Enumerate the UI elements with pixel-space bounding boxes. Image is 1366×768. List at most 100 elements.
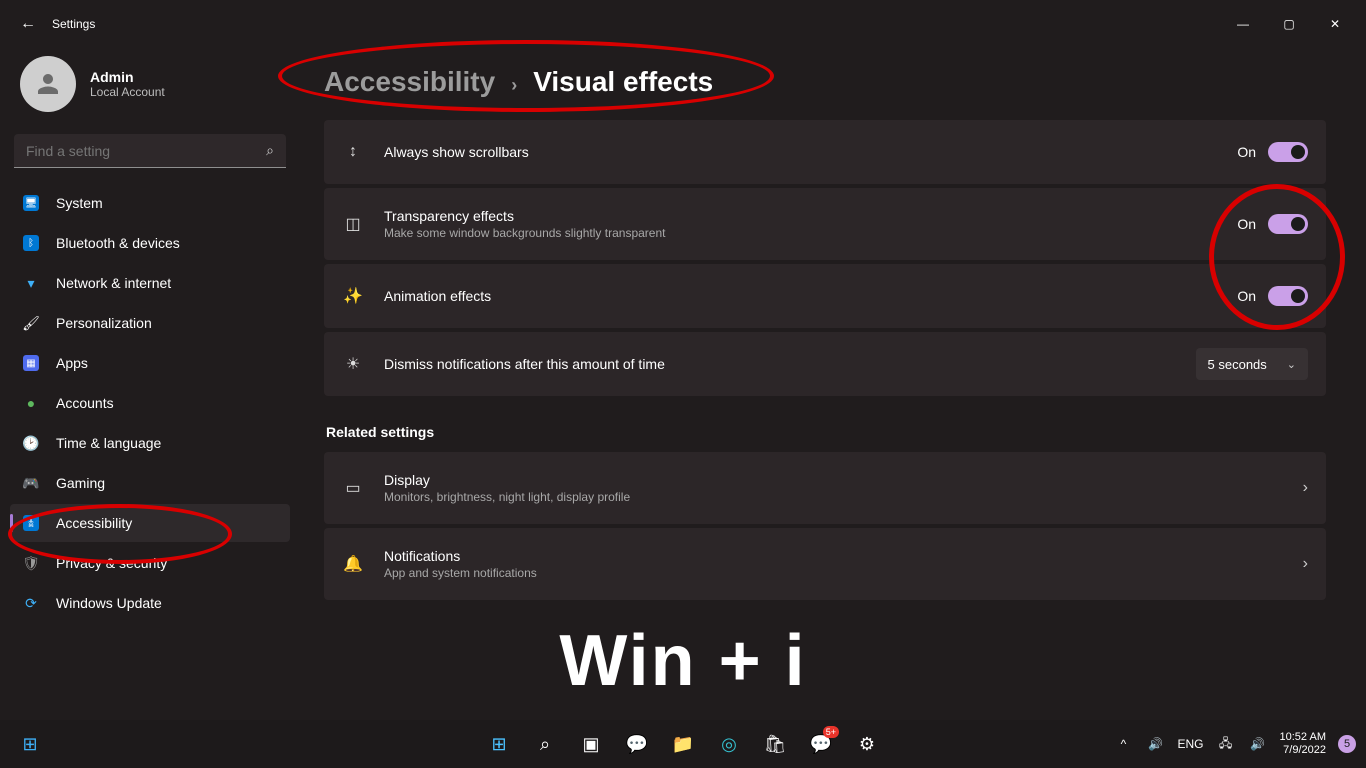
taskbar-edge[interactable]: ◎ (709, 724, 749, 764)
tray-network-icon[interactable]: 🖧 (1216, 734, 1236, 755)
nav-label: Apps (56, 355, 88, 371)
nav-label: Network & internet (56, 275, 171, 291)
taskbar: ⊞ ⊞ ⌕ ▣ 💬 📁 ◎ 🛍 💬 ⚙ ^ 🔊 ENG 🖧 🔊 10:52 AM… (0, 720, 1366, 768)
related-sub: Monitors, brightness, night light, displ… (384, 490, 1283, 504)
breadcrumb-parent[interactable]: Accessibility (324, 66, 495, 98)
toggle-animation[interactable] (1268, 286, 1308, 306)
update-icon: ⟳ (22, 594, 40, 612)
tray-language[interactable]: ENG (1178, 737, 1204, 751)
sidebar-item-gaming[interactable]: 🎮 Gaming (10, 464, 290, 502)
wifi-icon: ▾ (22, 274, 40, 292)
setting-dismiss-notifications[interactable]: ☀ Dismiss notifications after this amoun… (324, 332, 1326, 396)
tray-speaker-icon[interactable]: 🔊 (1146, 737, 1166, 751)
account-name: Admin (90, 69, 165, 85)
close-button[interactable]: ✕ (1312, 8, 1358, 40)
search-input[interactable] (26, 143, 266, 159)
taskbar-store[interactable]: 🛍 (755, 724, 795, 764)
taskbar-search[interactable]: ⌕ (525, 724, 565, 764)
tray-clock[interactable]: 10:52 AM 7/9/2022 (1280, 731, 1326, 757)
taskbar-start[interactable]: ⊞ (479, 724, 519, 764)
related-notifications[interactable]: 🔔 Notifications App and system notificat… (324, 528, 1326, 600)
setting-title: Dismiss notifications after this amount … (384, 356, 1176, 372)
annotation-shortcut-text: Win + i (559, 620, 806, 702)
toggle-state: On (1237, 288, 1256, 304)
nav-label: Accessibility (56, 515, 132, 531)
page-title: Visual effects (533, 66, 713, 98)
nav-label: Accounts (56, 395, 114, 411)
related-sub: App and system notifications (384, 566, 1283, 580)
paint-icon: 🖌 (22, 314, 40, 332)
toggle-state: On (1237, 144, 1256, 160)
avatar (20, 56, 76, 112)
gaming-icon: 🎮 (22, 474, 40, 492)
related-title: Notifications (384, 548, 1283, 564)
search-box[interactable]: ⌕ (14, 134, 286, 168)
sidebar-item-update[interactable]: ⟳ Windows Update (10, 584, 290, 622)
chevron-right-icon: › (511, 75, 517, 96)
nav-list: 🖥 System ᛒ Bluetooth & devices ▾ Network… (10, 184, 290, 622)
taskbar-widgets[interactable]: ⊞ (10, 724, 50, 764)
sidebar-item-accessibility[interactable]: 𖠋 Accessibility (10, 504, 290, 542)
dismiss-time-dropdown[interactable]: 5 seconds ⌄ (1196, 348, 1308, 380)
accessibility-icon: 𖠋 (22, 514, 40, 532)
toggle-transparency[interactable] (1268, 214, 1308, 234)
apps-icon: ▦ (22, 354, 40, 372)
account-sub: Local Account (90, 85, 165, 99)
taskbar-explorer[interactable]: 📁 (663, 724, 703, 764)
setting-animation[interactable]: ✨ Animation effects On (324, 264, 1326, 328)
accounts-icon: ● (22, 394, 40, 412)
related-title: Display (384, 472, 1283, 488)
setting-title: Always show scrollbars (384, 144, 1217, 160)
brightness-icon: ☀ (342, 354, 364, 374)
setting-transparency[interactable]: ◫ Transparency effects Make some window … (324, 188, 1326, 260)
search-icon: ⌕ (266, 142, 274, 159)
tray-notification-badge[interactable]: 5 (1338, 735, 1356, 753)
breadcrumb: Accessibility › Visual effects (324, 66, 1326, 98)
taskbar-app-zalo[interactable]: 💬 (801, 724, 841, 764)
taskbar-chat[interactable]: 💬 (617, 724, 657, 764)
sidebar-item-privacy[interactable]: 🛡 Privacy & security (10, 544, 290, 582)
dropdown-value: 5 seconds (1208, 357, 1267, 372)
sidebar-item-time[interactable]: 🕑 Time & language (10, 424, 290, 462)
nav-label: Time & language (56, 435, 161, 451)
chevron-down-icon: ⌄ (1287, 358, 1296, 371)
chevron-right-icon: › (1303, 555, 1308, 573)
sidebar-item-bluetooth[interactable]: ᛒ Bluetooth & devices (10, 224, 290, 262)
related-display[interactable]: ▭ Display Monitors, brightness, night li… (324, 452, 1326, 524)
account-block[interactable]: Admin Local Account (10, 48, 290, 130)
toggle-state: On (1237, 216, 1256, 232)
sidebar: Admin Local Account ⌕ 🖥 System ᛒ Bluetoo… (0, 48, 300, 720)
nav-label: System (56, 195, 103, 211)
tray-volume-icon[interactable]: 🔊 (1248, 737, 1268, 751)
toggle-scrollbars[interactable] (1268, 142, 1308, 162)
taskbar-taskview[interactable]: ▣ (571, 724, 611, 764)
sidebar-item-personalization[interactable]: 🖌 Personalization (10, 304, 290, 342)
display-icon: ▭ (342, 478, 364, 498)
taskbar-settings[interactable]: ⚙ (847, 724, 887, 764)
setting-title: Transparency effects (384, 208, 1217, 224)
system-icon: 🖥 (22, 194, 40, 212)
sidebar-item-network[interactable]: ▾ Network & internet (10, 264, 290, 302)
tray-date: 7/9/2022 (1280, 744, 1326, 757)
nav-label: Windows Update (56, 595, 162, 611)
sidebar-item-apps[interactable]: ▦ Apps (10, 344, 290, 382)
scrollbar-icon: ↕ (342, 143, 364, 161)
setting-scrollbars[interactable]: ↕ Always show scrollbars On (324, 120, 1326, 184)
nav-label: Personalization (56, 315, 152, 331)
sidebar-item-accounts[interactable]: ● Accounts (10, 384, 290, 422)
nav-label: Bluetooth & devices (56, 235, 180, 251)
sidebar-item-system[interactable]: 🖥 System (10, 184, 290, 222)
shield-icon: 🛡 (22, 554, 40, 572)
bell-icon: 🔔 (342, 554, 364, 574)
content: Accessibility › Visual effects ↕ Always … (300, 48, 1366, 720)
titlebar: ← Settings — ▢ ✕ (0, 0, 1366, 48)
tray-chevron-icon[interactable]: ^ (1114, 737, 1134, 751)
chevron-right-icon: › (1303, 479, 1308, 497)
person-icon (33, 69, 63, 99)
back-button[interactable]: ← (8, 4, 48, 44)
nav-label: Privacy & security (56, 555, 167, 571)
transparency-icon: ◫ (342, 214, 364, 234)
maximize-button[interactable]: ▢ (1266, 8, 1312, 40)
minimize-button[interactable]: — (1220, 8, 1266, 40)
setting-sub: Make some window backgrounds slightly tr… (384, 226, 1217, 240)
